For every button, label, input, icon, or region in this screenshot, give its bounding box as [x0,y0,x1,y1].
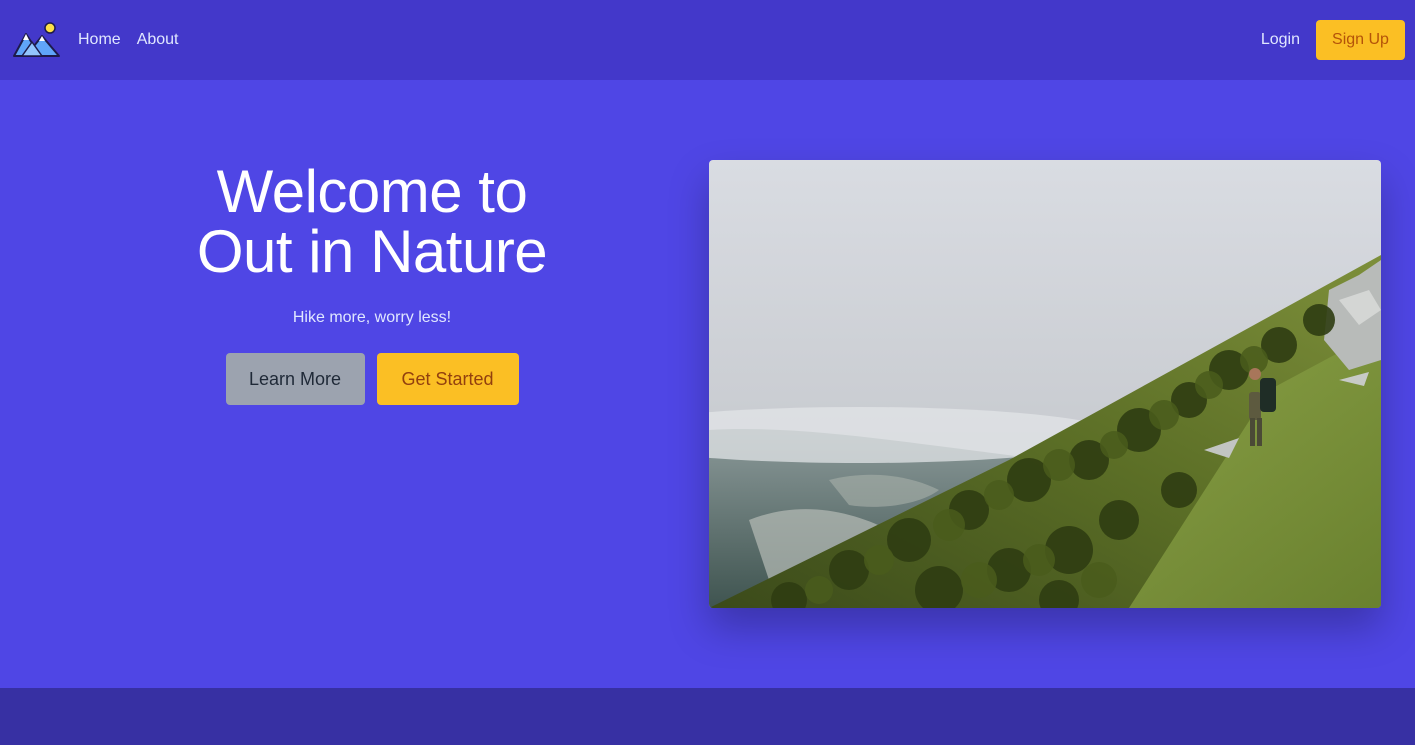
nav-link-about[interactable]: About [137,31,179,49]
get-started-button[interactable]: Get Started [376,353,519,405]
signup-button[interactable]: Sign Up [1316,20,1405,60]
footer-band [0,688,1415,745]
hero-subtitle: Hike more, worry less! [292,309,452,326]
login-link[interactable]: Login [1261,31,1300,49]
learn-more-button[interactable]: Learn More [225,353,365,405]
hero-text-block: Welcome to Out in Nature Hike more, worr… [122,162,622,405]
hiker-on-misty-mountain-slope-photo [709,160,1381,608]
top-navbar: Home About Login Sign Up [0,0,1415,80]
mountain-sun-logo-icon[interactable] [12,20,62,60]
nav-left-group: Home About [12,20,179,60]
hero-section: Welcome to Out in Nature Hike more, worr… [0,80,1415,688]
hero-button-group: Learn More Get Started [122,353,622,405]
nav-right-group: Login Sign Up [1261,20,1405,60]
hero-image [709,160,1381,608]
hero-title-line1: Welcome to [216,158,528,225]
hero-title-line2: Out in Nature [196,218,548,285]
nav-link-home[interactable]: Home [78,31,121,49]
hero-title: Welcome to Out in Nature [122,162,622,282]
